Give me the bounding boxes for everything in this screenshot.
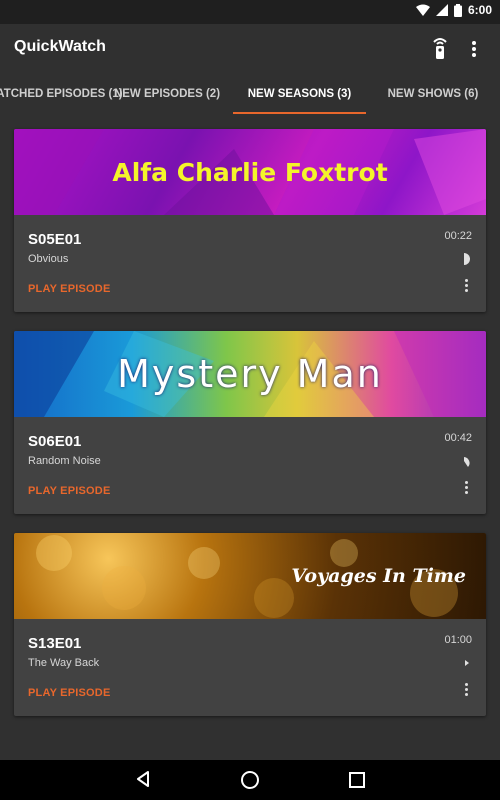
episode-code: S05E01: [28, 231, 82, 248]
tab-new-shows[interactable]: NEW SHOWS (6): [375, 72, 491, 116]
card-overflow-menu-icon[interactable]: [462, 683, 470, 699]
battery-icon: [453, 3, 462, 17]
home-icon[interactable]: [241, 771, 259, 789]
more-vert-icon: [472, 41, 476, 57]
episode-title: Obvious: [28, 253, 69, 265]
status-time: 6:00: [467, 3, 492, 17]
show-banner-title: Voyages In Time: [291, 565, 466, 587]
tab-new-seasons[interactable]: NEW SEASONS (3): [233, 72, 366, 116]
show-banner-title: Mystery Man: [117, 352, 383, 396]
system-nav-bar: [0, 760, 500, 800]
episode-duration: 00:42: [444, 432, 472, 444]
app-bar: QuickWatch: [0, 24, 500, 72]
progress-indicator-icon: [464, 457, 470, 467]
overflow-menu-button[interactable]: [464, 37, 484, 61]
card-overflow-menu-icon[interactable]: [462, 279, 470, 295]
progress-indicator-icon: [464, 253, 470, 265]
show-card[interactable]: Voyages In Time S13E01 The Way Back 01:0…: [14, 533, 486, 716]
tab-bar: UNWATCHED EPISODES (1) NEW EPISODES (2) …: [0, 72, 500, 116]
show-banner-title: Alfa Charlie Foxtrot: [112, 157, 388, 187]
show-card[interactable]: Alfa Charlie Foxtrot S05E01 Obvious 00:2…: [14, 129, 486, 312]
episode-duration: 00:22: [444, 230, 472, 242]
episode-code: S13E01: [28, 635, 82, 652]
signal-icon: [435, 4, 448, 16]
episode-code: S06E01: [28, 433, 82, 450]
show-banner: Voyages In Time: [14, 533, 486, 619]
play-episode-button[interactable]: PLAY EPISODE: [28, 283, 111, 295]
show-banner: Alfa Charlie Foxtrot: [14, 129, 486, 215]
wifi-icon: [415, 4, 430, 16]
app-title: QuickWatch: [14, 38, 106, 55]
card-overflow-menu-icon[interactable]: [462, 481, 470, 497]
show-banner: Mystery Man: [14, 331, 486, 417]
episode-title: The Way Back: [28, 657, 100, 669]
episode-duration: 01:00: [444, 634, 472, 646]
show-card[interactable]: Mystery Man S06E01 Random Noise 00:42 PL…: [14, 331, 486, 514]
back-icon[interactable]: [136, 771, 150, 787]
status-icons: 6:00: [415, 3, 492, 17]
progress-indicator-icon: [465, 660, 469, 666]
recent-apps-icon[interactable]: [349, 772, 365, 788]
remote-control-icon[interactable]: [430, 36, 450, 60]
tab-new-episodes[interactable]: NEW EPISODES (2): [108, 72, 226, 116]
play-episode-button[interactable]: PLAY EPISODE: [28, 485, 111, 497]
status-bar: 6:00: [0, 0, 500, 24]
play-episode-button[interactable]: PLAY EPISODE: [28, 687, 111, 699]
episode-title: Random Noise: [28, 455, 101, 467]
